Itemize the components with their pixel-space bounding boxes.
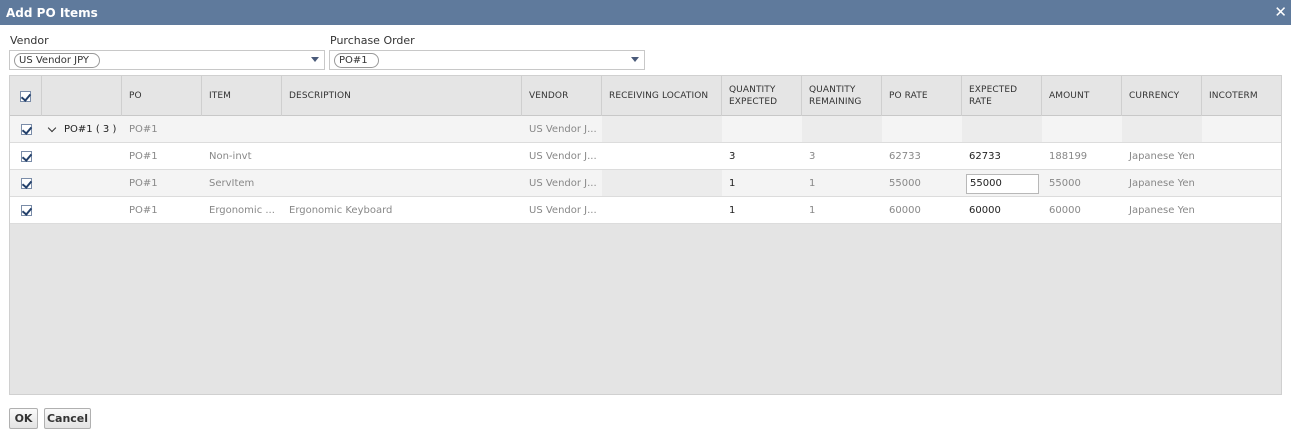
cell-vendor: US Vendor J...: [529, 205, 597, 216]
row-checkbox-cell[interactable]: [10, 143, 42, 170]
close-icon[interactable]: ✕: [1274, 3, 1287, 21]
cell-qty-expected[interactable]: 1: [722, 170, 802, 197]
column-header-quantity-remaining[interactable]: QUANTITY REMAINING: [802, 76, 882, 116]
group-po: PO#1: [129, 124, 158, 135]
cell-po: PO#1: [129, 151, 158, 162]
cell-amount: 188199: [1049, 151, 1088, 162]
cell-incoterm[interactable]: [1202, 197, 1283, 224]
cell-amount: 60000: [1049, 205, 1081, 216]
group-vendor: US Vendor J...: [529, 124, 597, 135]
group-receiving-location: [602, 116, 722, 142]
vendor-select[interactable]: US Vendor JPY: [9, 50, 325, 70]
table-row[interactable]: PO#1 ServItem US Vendor J... 1 1 55000 5…: [10, 170, 1281, 197]
cell-vendor: US Vendor J...: [529, 178, 597, 189]
cell-receiving-location[interactable]: [602, 197, 722, 224]
cell-qty-expected[interactable]: 1: [722, 197, 802, 224]
cell-po: PO#1: [129, 178, 158, 189]
purchase-order-select[interactable]: PO#1: [329, 50, 645, 70]
vendor-label: Vendor: [10, 34, 49, 47]
dialog-title: Add PO Items: [6, 6, 98, 20]
vendor-selected-pill: US Vendor JPY: [14, 53, 101, 68]
ok-button[interactable]: OK: [9, 408, 38, 429]
row-checkbox[interactable]: [20, 151, 32, 162]
cell-description: [282, 170, 522, 197]
column-header-incoterm[interactable]: INCOTERM: [1202, 76, 1283, 116]
cell-receiving-location[interactable]: [602, 143, 722, 170]
group-qty-remaining: [802, 116, 882, 142]
cell-currency: Japanese Yen: [1129, 151, 1195, 162]
column-header-item[interactable]: ITEM: [202, 76, 282, 116]
group-label: PO#1 ( 3 ): [64, 124, 117, 135]
column-header-expected-rate[interactable]: EXPECTED RATE: [962, 76, 1042, 116]
cell-description: [282, 143, 522, 170]
group-checkbox-cell[interactable]: [10, 116, 42, 143]
cell-item: Non-invt: [209, 151, 252, 162]
column-header-currency[interactable]: CURRENCY: [1122, 76, 1202, 116]
dialog-titlebar: Add PO Items ✕: [0, 0, 1291, 25]
cell-item: Ergonomic ...: [209, 205, 275, 216]
group-toggle[interactable]: PO#1 ( 3 ): [42, 116, 122, 143]
column-header-po-rate[interactable]: PO RATE: [882, 76, 962, 116]
cell-currency: Japanese Yen: [1129, 178, 1195, 189]
chevron-down-icon[interactable]: [311, 57, 319, 62]
cell-description: Ergonomic Keyboard: [289, 205, 393, 216]
cell-qty-remaining: 1: [809, 178, 816, 189]
group-checkbox[interactable]: [20, 124, 32, 135]
cell-po: PO#1: [129, 205, 158, 216]
cell-item: ServItem: [209, 178, 255, 189]
column-header-po[interactable]: PO: [122, 76, 202, 116]
expected-rate-input[interactable]: 55000: [966, 173, 1039, 194]
table-row[interactable]: PO#1 Ergonomic ... Ergonomic Keyboard US…: [10, 197, 1281, 224]
column-header-receiving-location[interactable]: RECEIVING LOCATION: [602, 76, 722, 116]
cell-qty-remaining: 1: [809, 205, 816, 216]
column-header-quantity-expected[interactable]: QUANTITY EXPECTED: [722, 76, 802, 116]
cell-expected-rate[interactable]: 60000: [962, 197, 1042, 224]
row-checkbox-cell[interactable]: [10, 170, 42, 197]
cell-incoterm[interactable]: [1202, 143, 1283, 170]
cell-po-rate: 62733: [889, 151, 921, 162]
group-row[interactable]: PO#1 ( 3 ) PO#1 US Vendor J...: [10, 116, 1281, 143]
grid-header: PO ITEM DESCRIPTION VENDOR RECEIVING LOC…: [10, 76, 1281, 116]
cell-po-rate: 60000: [889, 205, 921, 216]
cell-currency: Japanese Yen: [1129, 205, 1195, 216]
row-checkbox[interactable]: [20, 178, 32, 189]
cell-po-rate: 55000: [889, 178, 921, 189]
row-checkbox[interactable]: [20, 205, 32, 216]
cell-qty-expected[interactable]: 3: [722, 143, 802, 170]
cell-vendor: US Vendor J...: [529, 151, 597, 162]
purchase-order-selected-pill: PO#1: [334, 53, 379, 68]
cell-incoterm[interactable]: [1202, 170, 1283, 197]
cell-receiving-location[interactable]: [602, 170, 722, 196]
select-all-checkbox-cell[interactable]: [10, 76, 42, 116]
purchase-order-label: Purchase Order: [330, 34, 415, 47]
column-header-description[interactable]: DESCRIPTION: [282, 76, 522, 116]
column-header-amount[interactable]: AMOUNT: [1042, 76, 1122, 116]
cancel-button[interactable]: Cancel: [44, 408, 91, 429]
row-checkbox-cell[interactable]: [10, 197, 42, 224]
cell-amount: 55000: [1049, 178, 1081, 189]
cell-qty-remaining: 3: [809, 151, 816, 162]
table-row[interactable]: PO#1 Non-invt US Vendor J... 3 3 62733 6…: [10, 143, 1281, 170]
expand-column-header: [42, 76, 122, 116]
group-currency: [1122, 116, 1202, 142]
group-expected-rate: [962, 116, 1042, 142]
select-all-checkbox[interactable]: [20, 90, 31, 102]
cell-expected-rate[interactable]: 55000: [962, 170, 1042, 197]
chevron-down-icon[interactable]: [631, 57, 639, 62]
chevron-down-icon[interactable]: [47, 123, 57, 132]
column-header-vendor[interactable]: VENDOR: [522, 76, 602, 116]
cell-expected-rate[interactable]: 62733: [962, 143, 1042, 170]
po-items-grid: PO ITEM DESCRIPTION VENDOR RECEIVING LOC…: [9, 75, 1282, 395]
